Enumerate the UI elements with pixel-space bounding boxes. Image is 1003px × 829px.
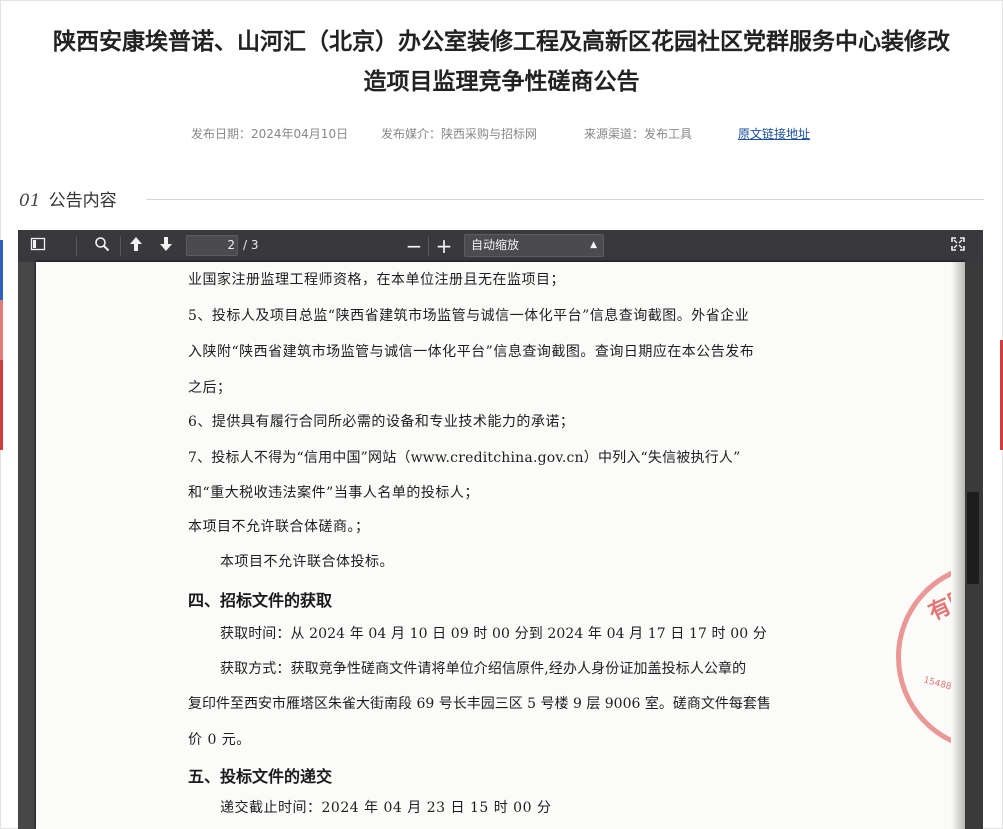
scrollbar-thumb[interactable] (967, 492, 979, 584)
page-number-input[interactable]: 2 (186, 235, 238, 256)
document-line: 业国家注册监理工程师资格，在本单位注册且无在监项目； (188, 272, 565, 288)
publish-media: 发布媒介：陕西采购与招标网 (381, 127, 538, 141)
section-number: 01 (19, 191, 41, 211)
toolbar-separator (76, 236, 77, 256)
document-line: 获取时间：从 2024 年 04 月 10 日 09 时 00 分到 2024 … (220, 626, 767, 642)
zoom-select[interactable]: 自动缩放 ▲▼ (464, 234, 604, 271)
sidebar-toggle-icon[interactable] (28, 236, 48, 256)
pdf-page: 有限 15488 业国家注册监理工程师资格，在本单位注册且无在监项目； 5、投标… (36, 262, 965, 829)
seal-number: 15488 (922, 675, 953, 693)
search-icon[interactable] (92, 236, 112, 256)
toolbar-separator (120, 236, 121, 256)
publish-date: 发布日期：2024年04月10日 (191, 127, 349, 141)
arrow-down-icon[interactable] (156, 236, 176, 256)
document-line: 6、提供具有履行合同所必需的设备和专业技术能力的承诺； (188, 414, 575, 430)
original-link[interactable]: 原文链接地址 (738, 125, 810, 142)
document-line: 获取方式：获取竞争性磋商文件请将单位介绍信原件,经办人身份证加盖投标人公章的 (220, 661, 747, 677)
left-edge-accent (0, 240, 3, 300)
document-line: 和“重大税收违法案件”当事人名单的投标人； (188, 485, 479, 501)
document-line: 本项目不允许联合体磋商。； (188, 519, 370, 535)
left-edge-accent (0, 300, 3, 360)
document-line: 入陕附“陕西省建筑市场监管与诚信一体化平台”信息查询截图。查询日期应在本公告发布 (188, 344, 755, 360)
document-line: 递交截止时间：2024 年 04 月 23 日 15 时 00 分 (220, 800, 552, 816)
arrow-up-icon[interactable] (126, 236, 146, 256)
section-header: 01 公告内容 (19, 186, 117, 211)
pdf-toolbar: 2 / 3 − + 自动缩放 ▲▼ (18, 230, 983, 271)
document-heading: 四、招标文件的获取 (188, 591, 333, 610)
fullscreen-icon[interactable] (948, 236, 968, 256)
document-line: 价 0 元。 (188, 732, 251, 748)
document-line: 复印件至西安市雁塔区朱雀大街南段 69 号长丰园三区 5 号楼 9 层 9006… (188, 696, 771, 712)
document-heading: 五、投标文件的递交 (188, 767, 333, 786)
left-edge-accent (0, 360, 3, 450)
source-channel: 来源渠道：发布工具 (584, 127, 693, 141)
page-edge-shadow (951, 262, 965, 829)
zoom-value: 自动缩放 (471, 238, 520, 252)
article-title-line1: 陕西安康埃普诺、山河汇（北京）办公室装修工程及高新区花园社区党群服务中心装修改 (53, 29, 950, 55)
document-line: 之后； (188, 380, 232, 396)
article-title: 陕西安康埃普诺、山河汇（北京）办公室装修工程及高新区花园社区党群服务中心装修改 … (0, 22, 1003, 102)
pdf-viewer: 2 / 3 − + 自动缩放 ▲▼ 有限 15488 业国家注册监理工程师资格，… (18, 230, 983, 829)
toolbar-separator (428, 236, 429, 256)
document-line: 7、投标人不得为“信用中国”网站（www.creditchina.gov.cn）… (188, 450, 741, 466)
section-divider (146, 199, 984, 200)
document-line: 本项目不允许联合体投标。 (220, 554, 394, 570)
plus-icon[interactable]: + (434, 236, 454, 256)
section-title: 公告内容 (48, 191, 117, 211)
article-title-line2: 造项目监理竞争性磋商公告 (363, 69, 640, 95)
document-line: 5、投标人及项目总监“陕西省建筑市场监管与诚信一体化平台”信息查询截图。外省企业 (188, 308, 750, 324)
minus-icon[interactable]: − (404, 236, 424, 256)
page-total: / 3 (243, 238, 259, 252)
